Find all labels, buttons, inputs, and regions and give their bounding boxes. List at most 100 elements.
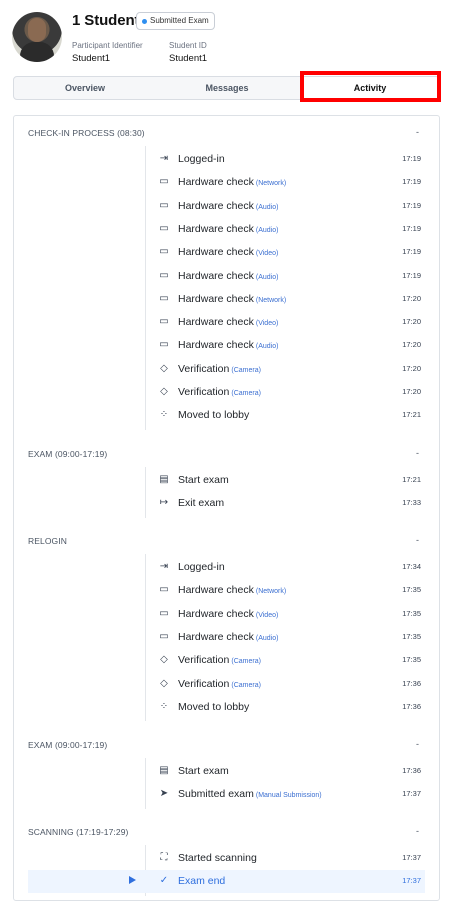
activity-row[interactable]: ▭ Hardware check (Video) 17:20 (28, 311, 425, 334)
activity-time: 17:20 (402, 363, 421, 373)
activity-time: 17:19 (402, 223, 421, 233)
activity-name: Hardware check (178, 316, 254, 329)
shield-check-icon: ◇ (160, 386, 168, 397)
laptop-icon: ▭ (159, 176, 169, 188)
activity-row[interactable]: ⁘ Moved to lobby 17:36 (28, 696, 425, 719)
activity-time: 17:37 (402, 876, 421, 886)
shield-check-icon: ◇ (160, 677, 168, 689)
activity-label: Started scanning (178, 852, 257, 864)
activity-detail: (Audio) (255, 273, 279, 281)
activity-row[interactable]: ▭ Hardware check (Audio) 17:35 (28, 626, 425, 649)
activity-time: 17:21 (402, 475, 421, 484)
activity-row[interactable]: ⇥ Logged-in 17:19 (28, 148, 425, 171)
activity-row[interactable]: ◇ Verification (Camera) 17:35 (28, 649, 425, 672)
activity-row[interactable]: ➤ Submitted exam (Manual Submission) 17:37 (28, 783, 425, 806)
section-collapse-toggle[interactable]: - (416, 826, 419, 836)
activity-name: Start exam (178, 474, 229, 486)
activity-row[interactable]: ◇ Verification (Camera) 17:36 (28, 673, 425, 696)
participant-identifier-value: Student1 (72, 53, 111, 64)
activity-row[interactable]: ◇ Verification (Camera) 17:20 (28, 358, 425, 381)
section-collapse-toggle[interactable]: - (416, 739, 419, 749)
activity-label: Hardware check (Network) (178, 176, 286, 188)
participant-identifier-label: Participant Identifier (72, 41, 143, 50)
shield-check-icon: ◇ (160, 654, 168, 666)
laptop-icon: ▭ (159, 607, 169, 619)
activity-time: 17:20 (402, 340, 421, 350)
section-collapse-toggle[interactable]: - (416, 127, 419, 137)
activity-name: Hardware check (178, 339, 254, 352)
activity-time: 17:36 (402, 701, 421, 711)
activity-label: Hardware check (Network) (178, 584, 286, 596)
student-id-value: Student1 (169, 53, 208, 64)
activity-name: Logged-in (178, 153, 225, 165)
section-collapse-toggle[interactable]: - (416, 535, 419, 545)
student-header: 1 Student Submitted Exam Participant Ide… (0, 0, 452, 70)
activity-name: Start exam (178, 765, 229, 777)
activity-row[interactable]: ⛶ Started scanning 17:37 (28, 847, 425, 870)
activity-row[interactable]: ▭ Hardware check (Video) 17:19 (28, 241, 425, 264)
logout-icon: ↦ (159, 497, 169, 509)
activity-row[interactable]: ▭ Hardware check (Audio) 17:19 (28, 195, 425, 218)
activity-detail: (Audio) (255, 343, 279, 351)
tab-overview[interactable]: Overview (14, 77, 156, 99)
activity-name: Hardware check (178, 269, 254, 282)
activity-row[interactable]: ▭ Hardware check (Audio) 17:19 (28, 265, 425, 288)
activity-row[interactable]: ▤ Start exam 17:21 (28, 469, 425, 492)
activity-label: Exit exam (178, 497, 224, 509)
activity-row[interactable]: ⁘ Moved to lobby 17:21 (28, 404, 425, 427)
activity-name: Hardware check (178, 584, 254, 597)
activity-detail: (Audio) (255, 203, 279, 211)
activity-name: Hardware check (178, 176, 254, 189)
activity-label: Hardware check (Video) (178, 608, 278, 620)
activity-row[interactable]: ▭ Hardware check (Network) 17:20 (28, 288, 425, 311)
activity-row[interactable]: ↦ Exit exam 17:33 (28, 492, 425, 515)
status-badge: Submitted Exam (136, 12, 215, 30)
play-icon[interactable] (129, 876, 136, 885)
activity-label: Verification (Camera) (178, 678, 261, 690)
activity-row[interactable]: ▭ Hardware check (Audio) 17:20 (28, 334, 425, 357)
laptop-icon: ▭ (159, 199, 169, 211)
activity-row[interactable]: ⇥ Logged-in 17:34 (28, 556, 425, 579)
activity-time: 17:36 (402, 766, 421, 775)
student-name: 1 Student (72, 12, 140, 29)
scan-icon: ⛶ (160, 852, 168, 863)
activity-row[interactable]: ▭ Hardware check (Network) 17:19 (28, 171, 425, 194)
activity-name: Hardware check (178, 246, 254, 259)
activity-detail: (Audio) (255, 226, 279, 234)
section-collapse-toggle[interactable]: - (416, 448, 419, 458)
activity-label: Hardware check (Video) (178, 316, 278, 328)
activity-time: 17:35 (402, 608, 421, 618)
activity-detail: (Camera) (231, 658, 261, 666)
activity-row[interactable]: ▭ Hardware check (Video) 17:35 (28, 603, 425, 626)
activity-time: 17:19 (402, 247, 421, 257)
activity-row[interactable]: ◇ Verification (Camera) 17:20 (28, 381, 425, 404)
activity-detail: (Audio) (255, 634, 279, 642)
shield-check-icon: ◇ (160, 362, 168, 374)
activity-time: 17:35 (402, 631, 421, 641)
activity-row[interactable]: ▭ Hardware check (Network) 17:35 (28, 579, 425, 602)
activity-name: Hardware check (178, 607, 254, 620)
activity-time: 17:33 (402, 498, 421, 508)
activity-time: 17:19 (402, 270, 421, 280)
avatar (12, 12, 62, 62)
laptop-icon: ▭ (159, 269, 169, 281)
status-badge-label: Submitted Exam (150, 16, 209, 25)
activity-time: 17:36 (402, 678, 421, 688)
laptop-icon: ▭ (159, 584, 169, 596)
activity-time: 17:20 (402, 317, 421, 327)
activity-time: 17:19 (402, 177, 421, 187)
activity-detail: (Network) (255, 296, 287, 304)
status-dot-icon (142, 19, 147, 24)
activity-row[interactable]: ▤ Start exam 17:36 (28, 760, 425, 783)
activity-tab-highlight (300, 71, 441, 102)
avatar-face (28, 18, 46, 42)
login-icon: ⇥ (159, 153, 169, 164)
activity-row[interactable]: ✓ Exam end 17:37 (28, 870, 425, 894)
tab-messages[interactable]: Messages (156, 77, 298, 99)
activity-detail: (Video) (255, 320, 279, 328)
activity-row[interactable]: ▭ Hardware check (Audio) 17:19 (28, 218, 425, 241)
activity-time: 17:19 (402, 154, 421, 163)
activity-label: Verification (Camera) (178, 363, 261, 375)
activity-detail: (Video) (255, 611, 279, 619)
section-title: SCANNING (17:19-17:29) (28, 827, 129, 837)
